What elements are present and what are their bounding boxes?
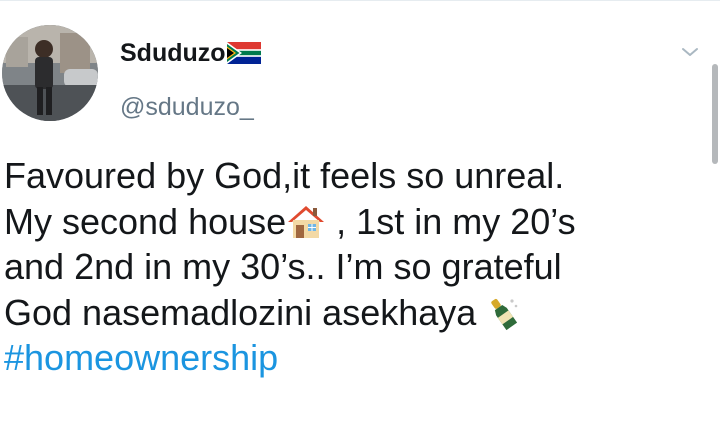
tweet-line-1: Favoured by God,it feels so unreal. <box>4 155 565 196</box>
scrollbar[interactable] <box>712 64 718 164</box>
tweet-text: Favoured by God,it feels so unreal. My s… <box>4 153 704 381</box>
south-africa-flag-icon <box>226 42 261 64</box>
top-divider <box>0 0 720 1</box>
hashtag-link[interactable]: #homeownership <box>4 335 704 381</box>
avatar[interactable] <box>2 25 98 121</box>
tweet-line-2: My second house , 1st in my 20’s <box>4 199 704 245</box>
tweet-line-2-start: My second house <box>4 200 287 242</box>
tweet-menu-button[interactable] <box>676 40 704 64</box>
tweet-line-4: God nasemadlozini asekhaya <box>4 290 704 336</box>
tweet-line-2-end: , 1st in my 20’s <box>326 200 576 242</box>
house-icon <box>286 204 326 240</box>
display-name-text: Sduduzo <box>120 39 226 67</box>
tweet-line-3: and 2nd in my 30’s.. I’m so grateful <box>4 246 562 287</box>
chevron-down-icon <box>682 48 698 56</box>
user-avatar-photo <box>2 25 98 121</box>
champagne-bottle-icon <box>486 295 520 331</box>
user-handle[interactable]: @sduduzo_ <box>120 92 254 122</box>
tweet-line-4-text: God nasemadlozini asekhaya <box>4 291 487 333</box>
display-name[interactable]: Sduduzo <box>120 38 261 68</box>
